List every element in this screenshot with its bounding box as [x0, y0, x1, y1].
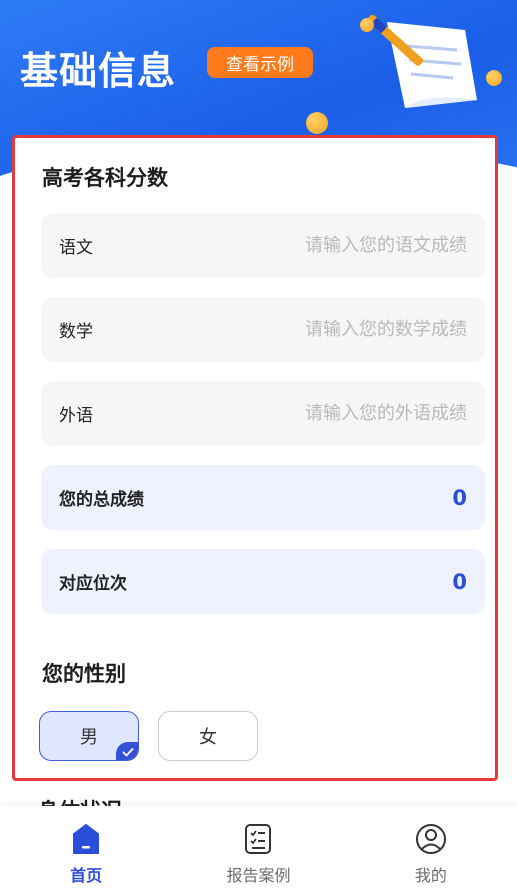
gender-section-title: 您的性别 — [42, 662, 126, 686]
total-score-row: 您的总成绩 0 — [41, 465, 485, 530]
tab-mine[interactable]: 我的 — [345, 806, 517, 894]
coin-decoration — [486, 70, 502, 86]
gender-female-option[interactable]: 女 — [158, 711, 258, 761]
check-icon — [116, 742, 138, 760]
tab-home-label: 首页 — [70, 866, 103, 885]
user-icon — [415, 824, 446, 854]
total-score-label: 您的总成绩 — [59, 490, 144, 510]
tab-home[interactable]: 首页 — [0, 806, 172, 894]
foreign-language-score-input[interactable] — [227, 403, 467, 424]
tab-mine-label: 我的 — [414, 866, 447, 885]
report-list-icon — [245, 824, 272, 854]
rank-row: 对应位次 0 — [41, 549, 485, 614]
math-score-row[interactable]: 数学 — [41, 297, 485, 362]
home-icon — [73, 824, 100, 854]
scores-card: 高考各科分数 语文 数学 外语 您的总成绩 0 对应位次 0 您的性别 男 女 — [12, 135, 498, 781]
math-score-input[interactable] — [227, 319, 467, 340]
scores-section-title: 高考各科分数 — [42, 166, 168, 190]
page-title: 基础信息 — [20, 49, 177, 93]
foreign-language-score-row[interactable]: 外语 — [41, 381, 485, 446]
tab-report-cases-label: 报告案例 — [226, 866, 291, 885]
chinese-label: 语文 — [59, 238, 93, 258]
coin-decoration — [360, 18, 374, 32]
math-label: 数学 — [59, 322, 93, 342]
rank-value: 0 — [452, 569, 467, 594]
chinese-score-row[interactable]: 语文 — [41, 213, 485, 278]
tab-report-cases[interactable]: 报告案例 — [172, 806, 344, 894]
total-score-value: 0 — [452, 485, 467, 510]
foreign-language-label: 外语 — [59, 406, 93, 426]
document-pen-illustration — [367, 14, 477, 108]
coin-decoration — [306, 112, 328, 134]
bottom-tab-bar: 首页 报告案例 我的 — [0, 806, 517, 894]
chinese-score-input[interactable] — [227, 235, 467, 256]
gender-male-label: 男 — [80, 727, 98, 748]
gender-female-label: 女 — [199, 727, 217, 748]
view-example-button[interactable]: 查看示例 — [207, 47, 313, 78]
rank-label: 对应位次 — [59, 574, 127, 594]
gender-male-option[interactable]: 男 — [39, 711, 139, 761]
